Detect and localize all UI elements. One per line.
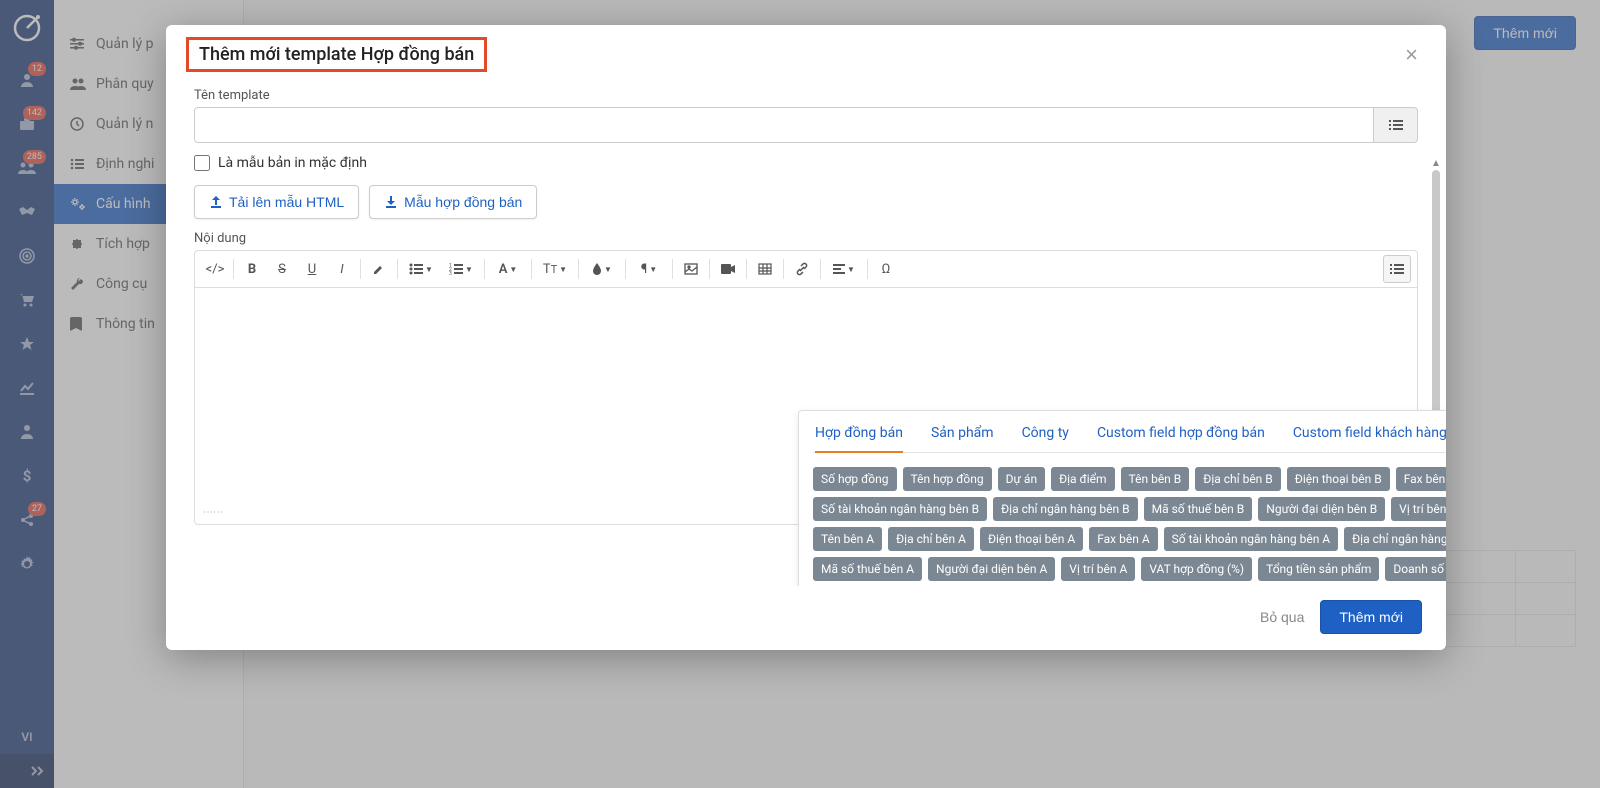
variable-tag[interactable]: Địa chỉ bên B [1195, 467, 1281, 491]
variable-tag[interactable]: Địa chỉ ngân hàng bên A [1344, 527, 1446, 551]
template-name-label: Tên template [194, 88, 1418, 103]
video-icon[interactable] [714, 255, 742, 283]
tag-cluster: Số hợp đồngTên hợp đồngDự ánĐịa điểm Tên … [813, 467, 1446, 586]
link-icon[interactable] [788, 255, 816, 283]
bg-color-icon[interactable]: ▼ [583, 255, 621, 283]
tag-tabs: Hợp đồng bán Sản phẩm Công ty Custom field … [813, 411, 1446, 453]
align-icon[interactable]: ▼ [825, 255, 863, 283]
variable-tag[interactable]: Địa chỉ bên A [888, 527, 974, 551]
paragraph-icon[interactable]: ¶▼ [630, 255, 668, 283]
default-template-label: Là mẫu bản in mặc định [218, 155, 367, 171]
submit-button[interactable]: Thêm mới [1320, 600, 1422, 634]
modal-title-highlight: Thêm mới template Hợp đồng bán [186, 37, 487, 72]
variable-tag[interactable]: VAT hợp đồng (%) [1141, 557, 1252, 581]
toolbar-list-icon[interactable] [1383, 255, 1411, 283]
variable-tag[interactable]: Fax bên B [1396, 467, 1446, 491]
variable-tag[interactable]: Doanh số hợp đồng ($) [1385, 557, 1446, 581]
tag-tab[interactable]: Hợp đồng bán [815, 425, 903, 453]
add-template-modal: Thêm mới template Hợp đồng bán × Tên tem… [166, 25, 1446, 650]
variable-tag[interactable]: Điện thoại bên B [1287, 467, 1390, 491]
highlight-icon[interactable] [365, 255, 393, 283]
variable-tag[interactable]: Số tài khoản ngân hàng bên B [813, 497, 987, 521]
variable-tag[interactable]: Địa chỉ ngân hàng bên B [993, 497, 1137, 521]
variable-tag[interactable]: Địa điểm [1051, 467, 1114, 491]
variable-tag[interactable]: Vị trí bên B [1391, 497, 1446, 521]
close-icon[interactable]: × [1397, 38, 1426, 72]
variable-tag[interactable]: Vị trí bên A [1061, 557, 1135, 581]
omega-icon[interactable]: Ω [872, 255, 900, 283]
tag-tab[interactable]: Công ty [1022, 425, 1069, 452]
variable-tag[interactable]: Mã số thuế bên B [1144, 497, 1253, 521]
variable-tag[interactable]: Người đại diện bên B [1258, 497, 1385, 521]
variable-tag[interactable]: Fax bên A [1089, 527, 1157, 551]
cancel-button[interactable]: Bỏ qua [1260, 609, 1304, 625]
font-size-icon[interactable]: TT▼ [536, 255, 574, 283]
modal-title: Thêm mới template Hợp đồng bán [199, 44, 474, 65]
variable-tag-panel: Hợp đồng bán Sản phẩm Công ty Custom field … [798, 410, 1446, 586]
font-color-icon[interactable]: A▼ [489, 255, 527, 283]
variable-tag[interactable]: Tên hợp đồng [903, 467, 992, 491]
variable-tag[interactable]: Tên bên B [1121, 467, 1190, 491]
italic-icon[interactable]: I [328, 255, 356, 283]
tag-tab[interactable]: Custom field hợp đồng bán [1097, 425, 1265, 452]
template-list-addon[interactable] [1374, 107, 1418, 143]
tag-tab[interactable]: Sản phẩm [931, 425, 994, 452]
unordered-list-icon[interactable]: ▼ [402, 255, 440, 283]
strike-icon[interactable]: S [268, 255, 296, 283]
variable-tag[interactable]: Tên bên A [813, 527, 882, 551]
image-icon[interactable] [677, 255, 705, 283]
bold-icon[interactable]: B [238, 255, 266, 283]
variable-tag[interactable]: Dự án [998, 467, 1045, 491]
svg-text:3: 3 [449, 271, 452, 275]
variable-tag[interactable]: Mã số thuế bên A [813, 557, 922, 581]
variable-tag[interactable]: Người đại diện bên A [928, 557, 1055, 581]
tag-tab[interactable]: Custom field khách hàng [1293, 425, 1446, 452]
template-name-input[interactable] [194, 107, 1374, 143]
table-icon[interactable] [751, 255, 779, 283]
variable-tag[interactable]: Số hợp đồng [813, 467, 897, 491]
upload-html-button[interactable]: Tải lên mẫu HTML [194, 185, 359, 219]
editor-toolbar: </> B S U I ▼ 123▼ A▼ TT▼ ▼ ¶▼ [195, 251, 1417, 288]
ordered-list-icon[interactable]: 123▼ [442, 255, 480, 283]
variable-tag[interactable]: Điện thoại bên A [980, 527, 1083, 551]
underline-icon[interactable]: U [298, 255, 326, 283]
code-view-icon[interactable]: </> [201, 255, 229, 283]
download-sample-button[interactable]: Mẫu hợp đồng bán [369, 185, 537, 219]
default-template-checkbox[interactable] [194, 155, 210, 171]
variable-tag[interactable]: Số tài khoản ngân hàng bên A [1164, 527, 1338, 551]
content-label: Nội dung [194, 231, 1418, 246]
variable-tag[interactable]: Tổng tiền sản phẩm [1258, 557, 1379, 581]
resize-handle-icon[interactable]: ⋯⋯ [203, 507, 223, 518]
